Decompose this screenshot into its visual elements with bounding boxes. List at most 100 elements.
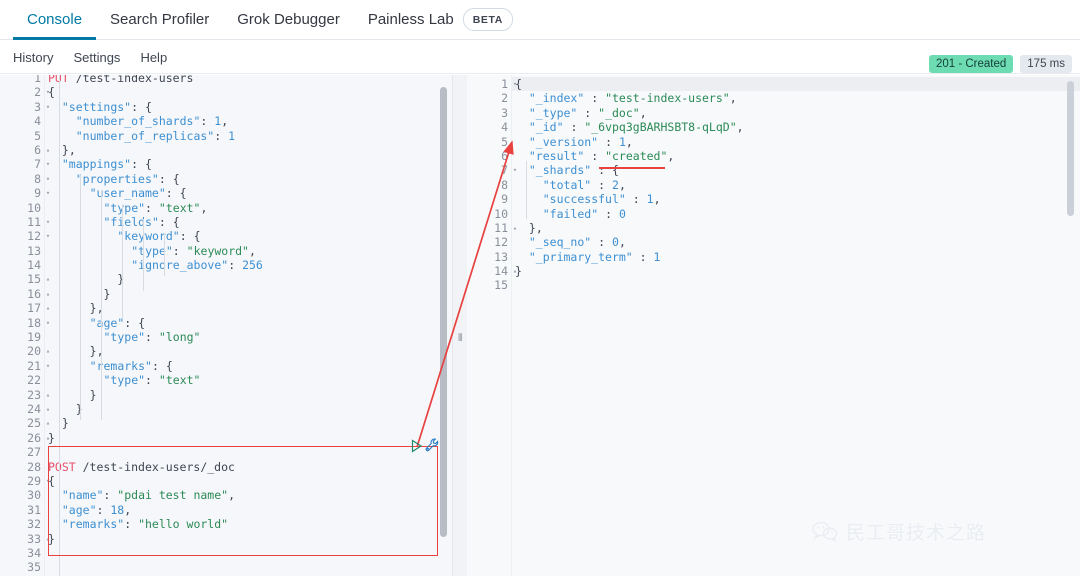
request-line-number[interactable]: 25 ▴: [0, 416, 50, 430]
request-code-line[interactable]: "ignore_above": 256: [44, 258, 452, 272]
request-code-line[interactable]: "mappings": {: [44, 157, 452, 171]
request-code-line[interactable]: "fields": {: [44, 215, 452, 229]
request-code-line[interactable]: "keyword": {: [44, 229, 452, 243]
request-pane[interactable]: 1 2 ▾ 3 ▾ 4 5 6 ▴ 7 ▾ 8 ▾ 9 ▾ 10 11 ▾ 12 ▾ 13 14 15 ▴ 16 ▴ 17 ▴ 18 ▾ 1…: [0, 75, 452, 576]
response-code-area[interactable]: { "_index" : "test-index-users", "_type"…: [511, 75, 1080, 576]
request-code-line[interactable]: "type": "text",: [44, 201, 452, 215]
request-line-number[interactable]: 10: [0, 201, 44, 215]
response-line-number[interactable]: 14 ▴: [467, 264, 517, 278]
request-code-line[interactable]: }: [44, 287, 452, 301]
request-code-line[interactable]: "type": "keyword",: [44, 244, 452, 258]
request-code-line[interactable]: },: [44, 344, 452, 358]
response-line-number[interactable]: 13: [467, 250, 511, 264]
request-code-line[interactable]: PUT /test-index-users: [44, 75, 452, 85]
request-code-line[interactable]: },: [44, 143, 452, 157]
request-line-number[interactable]: 2 ▾: [0, 85, 50, 99]
request-code-line[interactable]: "age": {: [44, 316, 452, 330]
response-line-number[interactable]: 7 ▾: [467, 163, 517, 177]
request-line-number[interactable]: 5: [0, 129, 44, 143]
request-line-number[interactable]: 8 ▾: [0, 172, 50, 186]
request-code-line[interactable]: "user_name": {: [44, 186, 452, 200]
request-code-line[interactable]: "type": "text": [44, 373, 452, 387]
request-code-line[interactable]: "name": "pdai test name",: [44, 488, 452, 502]
response-line-number[interactable]: 4: [467, 120, 511, 134]
request-line-number[interactable]: 14: [0, 258, 44, 272]
request-line-number[interactable]: 35: [0, 560, 44, 574]
request-code-line[interactable]: POST /test-index-users/_doc: [44, 460, 452, 474]
request-code-line[interactable]: }: [44, 431, 452, 445]
request-line-number[interactable]: 3 ▾: [0, 100, 50, 114]
request-line-number[interactable]: 9 ▾: [0, 186, 50, 200]
request-line-number[interactable]: 33 ▴: [0, 532, 50, 546]
response-line-number[interactable]: 12: [467, 235, 511, 249]
request-code-line[interactable]: "properties": {: [44, 172, 452, 186]
request-line-number[interactable]: 21 ▾: [0, 359, 50, 373]
response-code-line[interactable]: "failed" : 0: [511, 207, 1080, 221]
response-line-number[interactable]: 15: [467, 278, 511, 292]
request-code-line[interactable]: }: [44, 388, 452, 402]
request-line-number[interactable]: 4: [0, 114, 44, 128]
request-code-line[interactable]: {: [44, 474, 452, 488]
response-line-number[interactable]: 5: [467, 135, 511, 149]
tab-painless-lab[interactable]: Painless Lab BETA: [354, 0, 527, 40]
response-code-line[interactable]: "_primary_term" : 1: [511, 250, 1080, 264]
request-code-line[interactable]: [44, 560, 452, 574]
request-code-line[interactable]: [44, 546, 452, 560]
response-line-number[interactable]: 1 ▾: [467, 77, 517, 91]
request-code-line[interactable]: [44, 445, 452, 459]
request-line-number[interactable]: 15 ▴: [0, 272, 50, 286]
response-code-line[interactable]: "total" : 2,: [511, 178, 1080, 192]
request-line-number[interactable]: 32: [0, 517, 44, 531]
request-line-number[interactable]: 12 ▾: [0, 229, 50, 243]
response-code-line[interactable]: "_shards" : {: [511, 163, 1080, 177]
request-code-line[interactable]: "type": "long": [44, 330, 452, 344]
request-line-number[interactable]: 24 ▴: [0, 402, 50, 416]
request-line-number[interactable]: 16 ▴: [0, 287, 50, 301]
request-code-line[interactable]: "number_of_replicas": 1: [44, 129, 452, 143]
response-code-line[interactable]: "successful" : 1,: [511, 192, 1080, 206]
request-code-line[interactable]: "remarks": "hello world": [44, 517, 452, 531]
response-code-line[interactable]: },: [511, 221, 1080, 235]
request-line-number[interactable]: 17 ▴: [0, 301, 50, 315]
response-code-line[interactable]: }: [511, 264, 1080, 278]
subbar-item-help[interactable]: Help: [140, 50, 167, 65]
response-code-line[interactable]: "result" : "created",: [511, 149, 1080, 163]
tab-console[interactable]: Console: [13, 0, 97, 40]
request-code-line[interactable]: "number_of_shards": 1,: [44, 114, 452, 128]
request-code-area[interactable]: PUT /test-index-users{ "settings": { "nu…: [44, 75, 452, 576]
subbar-item-settings[interactable]: Settings: [73, 50, 120, 65]
request-code-line[interactable]: {: [44, 85, 452, 99]
request-line-number[interactable]: 23 ▴: [0, 388, 50, 402]
response-code-line[interactable]: "_type" : "_doc",: [511, 106, 1080, 120]
response-code-line[interactable]: "_id" : "_6vpq3gBARHSBT8-qLqD",: [511, 120, 1080, 134]
response-code-line[interactable]: "_index" : "test-index-users",: [511, 91, 1080, 105]
request-line-number[interactable]: 28: [0, 460, 44, 474]
request-code-line[interactable]: }: [44, 416, 452, 430]
request-code-line[interactable]: "age": 18,: [44, 503, 452, 517]
response-line-number[interactable]: 10: [467, 207, 511, 221]
response-code-line[interactable]: [511, 278, 1080, 292]
response-pane[interactable]: 1 ▾ 2 3 4 5 6 7 ▾ 8 9 10 11 ▴ 12 13 14 ▴ 15 { "_index" : "…: [467, 75, 1080, 576]
response-code-line[interactable]: {: [511, 77, 1080, 91]
request-code-line[interactable]: "remarks": {: [44, 359, 452, 373]
request-line-number[interactable]: 30: [0, 488, 44, 502]
request-line-number[interactable]: 31: [0, 503, 44, 517]
request-code-line[interactable]: }: [44, 272, 452, 286]
response-line-number[interactable]: 2: [467, 91, 511, 105]
request-line-number[interactable]: 19: [0, 330, 44, 344]
request-line-number[interactable]: 20 ▴: [0, 344, 50, 358]
response-code-line[interactable]: "_version" : 1,: [511, 135, 1080, 149]
request-line-number[interactable]: 26 ▴: [0, 431, 50, 445]
request-code-line[interactable]: "settings": {: [44, 100, 452, 114]
response-code-line[interactable]: "_seq_no" : 0,: [511, 235, 1080, 249]
request-vertical-scrollbar[interactable]: [440, 87, 447, 537]
response-line-number[interactable]: 11 ▴: [467, 221, 517, 235]
tab-search-profiler[interactable]: Search Profiler: [96, 0, 223, 40]
response-line-number[interactable]: 8: [467, 178, 511, 192]
request-line-number[interactable]: 22: [0, 373, 44, 387]
request-line-number[interactable]: 18 ▾: [0, 316, 50, 330]
request-line-number[interactable]: 13: [0, 244, 44, 258]
request-line-number[interactable]: 34: [0, 546, 44, 560]
request-line-number[interactable]: 1: [0, 75, 44, 85]
request-line-number[interactable]: 11 ▾: [0, 215, 50, 229]
